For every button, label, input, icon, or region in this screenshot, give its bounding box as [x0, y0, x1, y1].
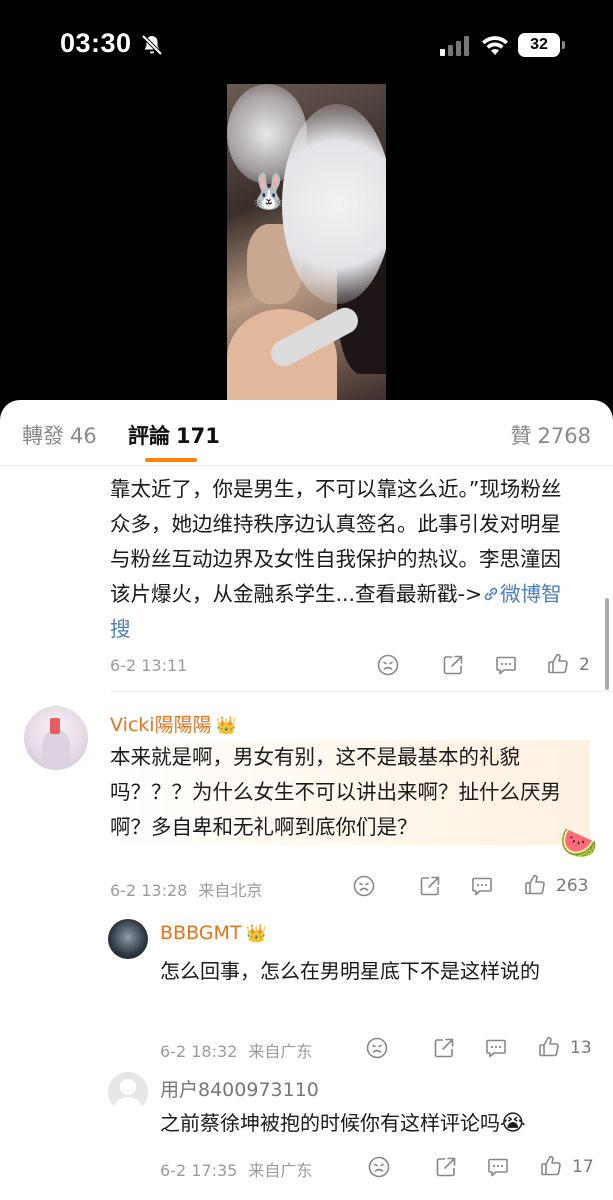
comment-1-reply-button[interactable] — [494, 653, 518, 677]
thumbs-up-icon — [541, 1155, 561, 1176]
reply-2-meta: 6-2 17:35 来自广东 — [160, 1157, 312, 1181]
crying-emoji-icon: 😭 — [500, 1111, 526, 1136]
reply-2-date: 6-2 17:35 — [160, 1161, 238, 1180]
comment-2-location: 来自北京 — [198, 881, 263, 900]
status-time: 03:30 — [60, 28, 132, 58]
comment-2-like-button[interactable] — [523, 873, 547, 897]
reply-1-meta: 6-2 18:32 来自广东 — [160, 1038, 312, 1062]
avatar-phone — [50, 718, 60, 734]
reply-1-text-block: 怎么回事，怎么在男明星底下不是这样说的 — [160, 954, 590, 989]
comment-2-date: 6-2 13:28 — [110, 881, 188, 900]
scrollbar[interactable] — [605, 598, 609, 690]
comments-sheet: 轉發 46 評論 171 贊 2768 靠太近了，你是男生，不可以靠这么近。”现场粉丝… — [0, 400, 613, 1200]
comment-icon — [472, 877, 492, 896]
comment-1-dislike-button[interactable] — [376, 653, 400, 677]
reply-2-like-count: 17 — [572, 1157, 594, 1177]
reply-1-date: 6-2 18:32 — [160, 1042, 238, 1061]
comment-2-like-count: 263 — [556, 876, 589, 896]
share-icon — [434, 1038, 454, 1058]
reply-2-share-button[interactable] — [434, 1155, 458, 1179]
avatar-figure — [42, 730, 70, 770]
comment-2-text: 本来就是啊，男女有别，这不是最基本的礼貌吗？？？为什么女生不可以讲出来啊？扯什么… — [110, 740, 590, 845]
reply-1-username[interactable]: BBBGMT 👑 — [160, 922, 267, 944]
bunny-sticker-icon: 🐰 — [247, 172, 291, 212]
link-icon — [484, 587, 498, 601]
comment-2-share-button[interactable] — [418, 874, 442, 898]
comment-icon — [488, 1158, 508, 1177]
thumbs-up-icon — [548, 653, 568, 674]
comment-2-username[interactable]: Vicki陽陽陽 👑 — [110, 710, 237, 737]
avatar[interactable] — [108, 1072, 148, 1112]
reply-2-username[interactable]: 用户8400973110 — [160, 1075, 319, 1102]
dislike-face-icon — [368, 1156, 390, 1178]
thumbs-up-icon — [539, 1036, 559, 1057]
status-bar: 03:30 32 — [0, 0, 613, 80]
tab-like-count: 2768 — [537, 424, 591, 448]
default-avatar-body — [114, 1097, 142, 1112]
avatar[interactable] — [108, 919, 148, 959]
reply-1-reply-button[interactable] — [484, 1036, 508, 1060]
share-icon — [443, 655, 463, 675]
comment-2-dislike-button[interactable] — [352, 874, 376, 898]
reply-1-like-button[interactable] — [537, 1035, 561, 1059]
reply-1-share-button[interactable] — [432, 1036, 456, 1060]
share-icon — [436, 1157, 456, 1177]
tab-repost-label: 轉發 — [22, 424, 64, 448]
reply-2-location: 来自广东 — [248, 1161, 313, 1180]
comment-icon — [486, 1039, 506, 1058]
dislike-face-icon — [366, 1037, 388, 1059]
comment-1-share-button[interactable] — [441, 653, 465, 677]
comment-divider — [110, 691, 613, 692]
share-icon — [420, 876, 440, 896]
comment-icon — [496, 656, 516, 675]
battery-nub — [562, 41, 565, 49]
comment-1-like-button[interactable] — [546, 652, 570, 676]
active-tab-indicator — [145, 458, 197, 462]
video-player[interactable]: 🐰 — [227, 84, 386, 402]
default-avatar-head — [120, 1079, 136, 1095]
tab-comment-count: 171 — [176, 424, 220, 448]
reply-2-text-block: 之前蔡徐坤被抱的时候你有这样评论吗😭 — [160, 1106, 590, 1141]
comment-1-date: 6-2 13:11 — [110, 656, 188, 675]
dislike-face-icon — [377, 654, 399, 676]
tab-bar: 轉發 46 評論 171 贊 2768 — [0, 400, 613, 466]
reply-2-reply-button[interactable] — [486, 1155, 510, 1179]
battery-indicator: 32 — [518, 33, 560, 57]
reply-1-username-text: BBBGMT — [160, 922, 242, 944]
comment-2-username-text: Vicki陽陽陽 — [110, 714, 212, 736]
reply-2-text-line: 之前蔡徐坤被抱的时候你有这样评论吗😭 — [160, 1106, 590, 1141]
crown-badge-icon: 👑 — [245, 924, 267, 944]
comment-2-reply-button[interactable] — [470, 874, 494, 898]
reply-2-dislike-button[interactable] — [367, 1155, 391, 1179]
signal-icon — [440, 36, 469, 56]
comment-2-meta: 6-2 13:28 来自北京 — [110, 877, 262, 901]
tab-comment-label: 評論 — [128, 424, 170, 448]
thumbs-up-icon — [525, 874, 545, 895]
reply-1-location: 来自广东 — [248, 1042, 313, 1061]
reply-1-dislike-button[interactable] — [365, 1036, 389, 1060]
tab-repost-count: 46 — [70, 424, 97, 448]
watermelon-sticker-icon: 🍉 — [560, 826, 598, 861]
reply-1-text: 怎么回事，怎么在男明星底下不是这样说的 — [160, 959, 540, 983]
reply-1-like-count: 13 — [570, 1038, 592, 1058]
tab-like-label: 贊 — [510, 424, 532, 448]
avatar[interactable] — [24, 706, 88, 770]
reply-2-like-button[interactable] — [539, 1154, 563, 1178]
tab-like[interactable]: 贊 2768 — [511, 420, 591, 450]
dislike-face-icon — [353, 875, 375, 897]
tab-repost[interactable]: 轉發 46 — [22, 420, 97, 450]
comment-1-like-count: 2 — [579, 655, 590, 675]
comment-1-text: 靠太近了，你是男生，不可以靠这么近。”现场粉丝众多，她边维持秩序边认真签名。此事… — [110, 472, 580, 647]
wifi-icon — [482, 36, 508, 55]
crown-badge-icon: 👑 — [215, 716, 237, 736]
reply-2-text: 之前蔡徐坤被抱的时候你有这样评论吗 — [160, 1111, 500, 1135]
video-face-blur — [282, 104, 386, 304]
tab-comment[interactable]: 評論 171 — [128, 420, 220, 450]
silent-bell-icon — [141, 34, 163, 56]
